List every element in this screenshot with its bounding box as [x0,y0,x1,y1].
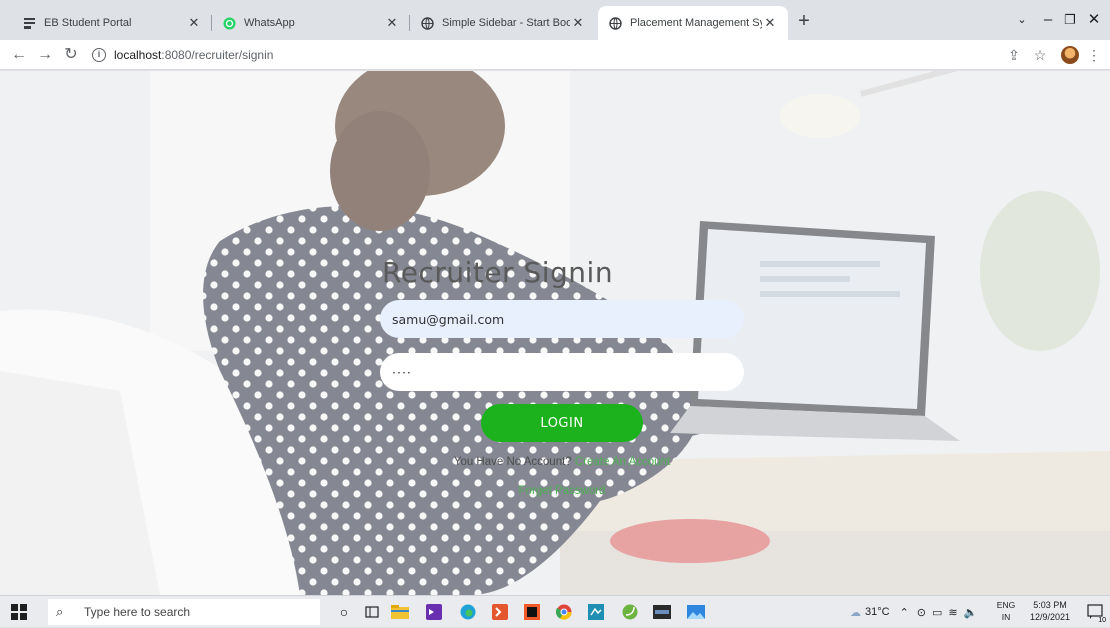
intellij-icon[interactable] [522,602,542,622]
taskbar-search-box[interactable]: ⌕ Type here to search [48,599,320,625]
spring-tool-suite-icon[interactable] [620,602,640,622]
url-path: :8080/recruiter/signin [161,48,274,62]
clock-time: 5:03 PM [1033,600,1067,610]
browser-toolbar: ← → ↻ i localhost:8080/recruiter/signin … [0,40,1110,70]
edge-browser-icon[interactable] [458,602,478,622]
globe-icon [608,16,622,30]
weather-temperature[interactable]: 31°C [865,606,890,618]
system-tray: ☁ 31°C ⌃ ⊙ ▭ ≋ 🔈 [850,596,977,628]
profile-avatar[interactable] [1061,46,1079,64]
new-tab-plus-icon[interactable]: + [792,10,816,34]
chrome-icon[interactable] [554,602,574,622]
close-icon[interactable]: ✕ [384,15,400,31]
search-placeholder: Type here to search [84,605,191,619]
notification-center-icon[interactable]: 10 [1084,602,1106,624]
file-explorer-icon[interactable] [390,602,410,622]
meet-now-icon[interactable]: ⊙ [917,606,926,619]
tab-eb-student-portal[interactable]: EB Student Portal ✕ [12,6,212,40]
taskbar-clock[interactable]: 5:03 PM 12/9/2021 [1022,599,1078,623]
windows-start-icon[interactable] [10,603,28,621]
close-icon[interactable]: ✕ [186,15,202,31]
portal-icon [22,16,36,30]
search-icon: ⌕ [56,604,64,619]
weather-cloud-icon[interactable]: ☁ [850,606,861,619]
task-view-icon[interactable] [362,602,382,622]
terminal-icon[interactable] [652,602,672,622]
wifi-icon[interactable]: ≋ [948,606,957,619]
tab-label: WhatsApp [244,17,295,29]
notification-count: 10 [1098,617,1106,624]
region-code: IN [1001,612,1011,622]
back-arrow-icon[interactable]: ← [8,43,30,67]
address-bar[interactable]: i localhost:8080/recruiter/signin [92,43,997,67]
page-viewport: Recruiter Signin LOGIN You Have No Accou… [0,71,1110,595]
speaker-icon[interactable]: 🔈 [964,606,978,619]
globe-icon [420,16,434,30]
tab-whatsapp[interactable]: WhatsApp ✕ [212,6,410,40]
page-title: Recruiter Signin [382,256,614,289]
no-account-line: You Have No Account? Create An Account [370,456,754,468]
tray-chevron-up-icon[interactable]: ⌃ [900,606,909,619]
login-button[interactable]: LOGIN [481,404,643,442]
email-field[interactable] [380,300,744,338]
window-close-icon[interactable]: ✕ [1076,8,1110,32]
bookmark-star-icon[interactable]: ☆ [1028,43,1052,67]
browser-tabstrip: EB Student Portal ✕ WhatsApp ✕ Simple Si… [0,0,1110,40]
battery-icon[interactable]: ▭ [932,606,942,619]
no-account-text: You Have No Account? [453,456,572,468]
visual-studio-icon[interactable] [424,602,444,622]
tab-label: Placement Management System [630,17,762,29]
password-field[interactable] [380,353,744,391]
whatsapp-icon [222,16,236,30]
url-host: localhost [114,48,162,62]
create-account-link[interactable]: Create An Account [575,456,670,468]
photos-icon[interactable] [686,602,706,622]
vs-code-insiders-icon[interactable] [490,602,510,622]
share-icon[interactable]: ⇪ [1002,43,1026,67]
close-icon[interactable]: ✕ [762,15,778,31]
cortana-icon[interactable]: ○ [334,602,354,622]
windows-taskbar: ⌕ Type here to search ○ ☁ 31°C ⌃ ⊙ ▭ ≋ 🔈… [0,595,1110,627]
language-code: ENG [996,600,1016,610]
language-indicator[interactable]: ENG IN [994,599,1018,623]
forget-password-line: Forget Password [370,485,754,497]
tab-simple-sidebar[interactable]: Simple Sidebar - Start Bootstrap ✕ [410,6,596,40]
browser-menu-icon[interactable]: ⋮ [1082,43,1106,67]
tab-label: Simple Sidebar - Start Bootstrap [442,17,570,29]
tab-label: EB Student Portal [44,17,132,29]
tab-placement-management[interactable]: Placement Management System ✕ [598,6,788,40]
forget-password-link[interactable]: Forget Password [519,485,606,497]
site-info-icon[interactable]: i [92,48,106,62]
close-icon[interactable]: ✕ [570,15,586,31]
reload-icon[interactable]: ↻ [60,43,82,67]
clock-date: 12/9/2021 [1029,612,1071,622]
mysql-workbench-icon[interactable] [586,602,606,622]
forward-arrow-icon[interactable]: → [34,43,56,67]
